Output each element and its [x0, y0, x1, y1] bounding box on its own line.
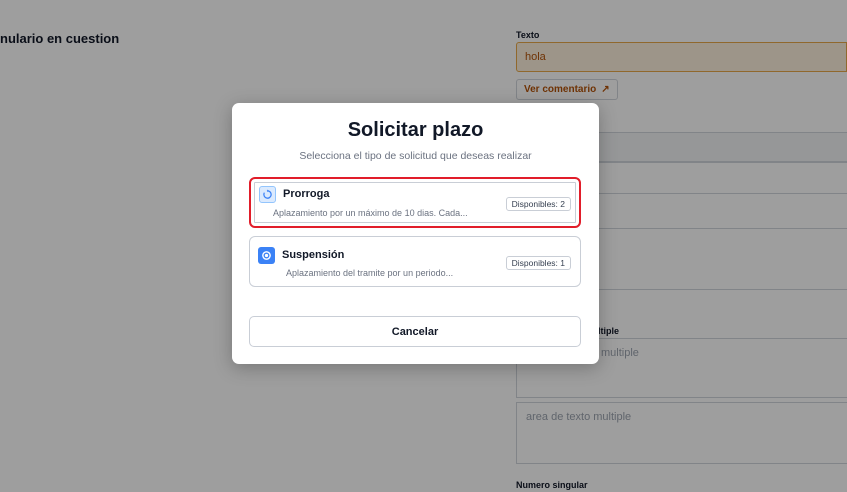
refresh-icon — [259, 186, 276, 203]
option-title: Prorroga — [283, 188, 330, 200]
option-suspension[interactable]: Suspensión Aplazamiento del tramite por … — [249, 236, 581, 287]
availability-badge: Disponibles: 2 — [505, 197, 571, 211]
cancel-button[interactable]: Cancelar — [249, 316, 581, 347]
availability-badge: Disponibles: 1 — [505, 256, 571, 270]
option-prorroga[interactable]: Prorroga Aplazamiento por un máximo de 1… — [249, 177, 581, 228]
radio-dot-icon — [258, 247, 275, 264]
option-description: Aplazamiento por un máximo de 10 dias. C… — [273, 208, 468, 218]
solicitar-plazo-dialog: Solicitar plazo Selecciona el tipo de so… — [232, 103, 599, 364]
dialog-title: Solicitar plazo — [347, 119, 484, 141]
dialog-subtitle: Selecciona el tipo de solicitud que dese… — [299, 150, 532, 162]
option-title: Suspensión — [282, 249, 345, 261]
option-description: Aplazamiento del tramite por un periodo.… — [286, 268, 454, 278]
